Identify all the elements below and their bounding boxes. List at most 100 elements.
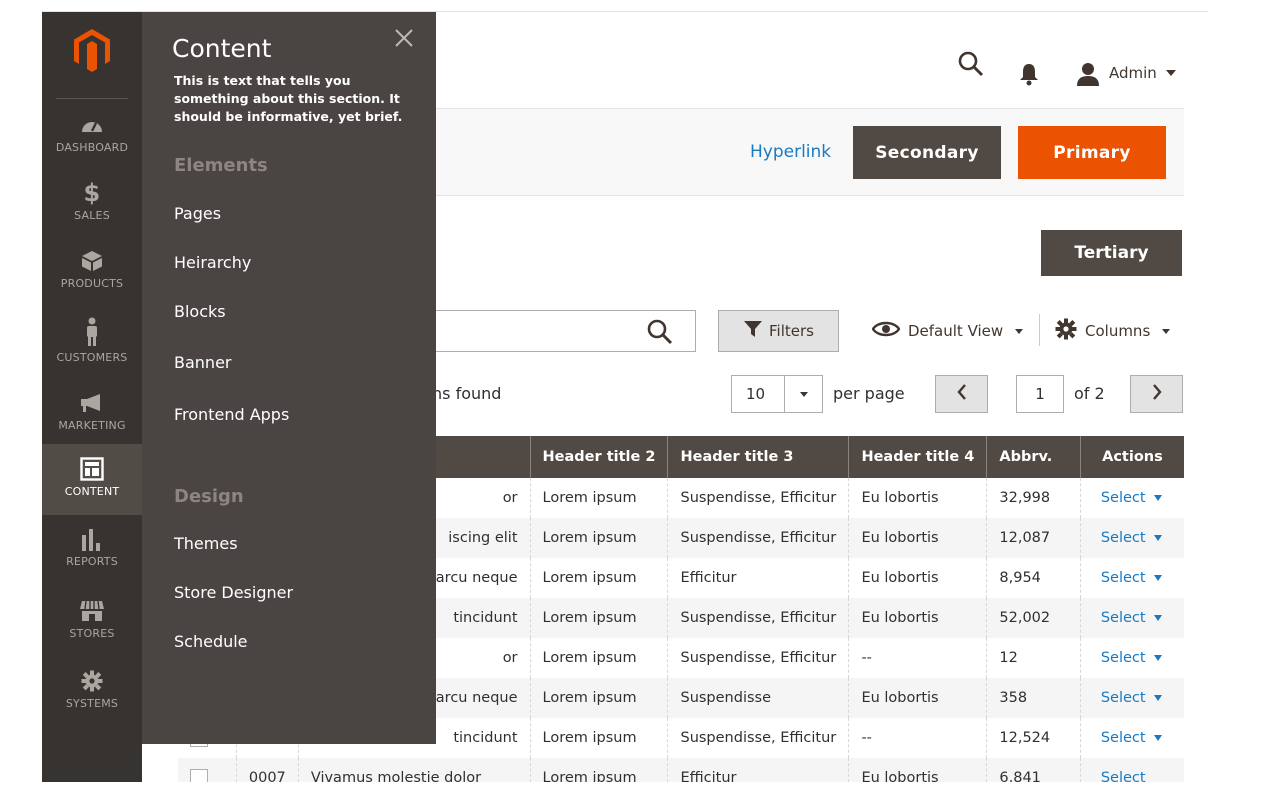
previous-page-button[interactable] bbox=[935, 375, 988, 413]
nav-item-content[interactable]: CONTENT bbox=[42, 444, 142, 515]
row-h3: Efficitur bbox=[667, 758, 849, 782]
flyout-link-heirarchy[interactable]: Heirarchy bbox=[174, 253, 251, 272]
header-abbrv[interactable]: Abbrv. bbox=[986, 436, 1081, 478]
row-title: Vivamus molestie dolor bbox=[297, 758, 531, 782]
nav-item-marketing[interactable]: MARKETING bbox=[42, 390, 142, 432]
flyout-description: This is text that tells you something ab… bbox=[174, 73, 403, 124]
row-abbrv: 12 bbox=[986, 638, 1081, 678]
flyout-link-store-designer[interactable]: Store Designer bbox=[174, 583, 293, 602]
person-icon bbox=[79, 316, 105, 348]
primary-button[interactable]: Primary bbox=[1018, 126, 1166, 179]
header-title-2[interactable]: Header title 2 bbox=[529, 436, 668, 478]
filters-label: Filters bbox=[769, 322, 814, 340]
flyout-link-blocks[interactable]: Blocks bbox=[174, 302, 226, 321]
row-h2: Lorem ipsum bbox=[529, 678, 668, 718]
row-h3: Suspendisse, Efficitur bbox=[667, 718, 849, 758]
per-page-select[interactable]: 10 bbox=[731, 375, 823, 413]
secondary-button[interactable]: Secondary bbox=[853, 126, 1001, 179]
row-select-action[interactable]: Select bbox=[1101, 730, 1162, 746]
row-h4: Eu lobortis bbox=[848, 478, 987, 518]
row-select-action[interactable]: Select bbox=[1101, 770, 1146, 782]
chevron-left-icon bbox=[956, 383, 968, 405]
admin-page: Admin Hyperlink Secondary Primary Tertia… bbox=[0, 0, 1280, 805]
bell-icon[interactable] bbox=[1018, 62, 1040, 86]
row-h2: Lorem ipsum bbox=[529, 598, 668, 638]
box-icon bbox=[79, 248, 105, 274]
flyout-link-themes[interactable]: Themes bbox=[174, 534, 238, 553]
close-icon[interactable] bbox=[394, 28, 414, 48]
next-page-button[interactable] bbox=[1130, 375, 1183, 413]
nav-item-label: SYSTEMS bbox=[65, 697, 119, 710]
row-abbrv: 52,002 bbox=[986, 598, 1081, 638]
chevron-down-icon[interactable] bbox=[1166, 70, 1176, 76]
row-select-action[interactable]: Select bbox=[1101, 570, 1162, 586]
row-checkbox[interactable] bbox=[190, 769, 208, 782]
nav-item-systems[interactable]: SYSTEMS bbox=[42, 668, 142, 710]
user-icon[interactable] bbox=[1075, 62, 1101, 86]
nav-item-products[interactable]: PRODUCTS bbox=[42, 248, 142, 290]
chevron-down-icon bbox=[1015, 328, 1024, 334]
row-select-action[interactable]: Select bbox=[1101, 530, 1162, 546]
admin-account-menu[interactable]: Admin bbox=[1109, 64, 1157, 82]
row-select-action[interactable]: Select bbox=[1101, 490, 1162, 506]
records-found-text: ns found bbox=[432, 384, 502, 403]
row-select-action[interactable]: Select bbox=[1101, 690, 1162, 706]
chevron-down-icon bbox=[1153, 615, 1162, 621]
flyout-link-frontend-apps[interactable]: Frontend Apps bbox=[174, 405, 289, 424]
row-abbrv: 12,524 bbox=[986, 718, 1081, 758]
megaphone-icon bbox=[79, 390, 105, 416]
row-abbrv: 358 bbox=[986, 678, 1081, 718]
row-h4: Eu lobortis bbox=[848, 518, 987, 558]
nav-item-label: PRODUCTS bbox=[60, 277, 124, 290]
chevron-down-icon bbox=[1153, 535, 1162, 541]
gear-icon bbox=[1055, 318, 1077, 344]
row-abbrv: 32,998 bbox=[986, 478, 1081, 518]
eye-icon bbox=[871, 320, 901, 342]
gear-icon bbox=[79, 668, 105, 694]
row-h3: Suspendisse bbox=[667, 678, 849, 718]
chevron-down-icon bbox=[1162, 328, 1171, 334]
search-icon[interactable] bbox=[957, 50, 985, 78]
content-flyout-panel: Content This is text that tells you some… bbox=[142, 12, 436, 744]
header-title-3[interactable]: Header title 3 bbox=[667, 436, 849, 478]
magento-logo-icon[interactable] bbox=[68, 26, 116, 74]
nav-item-customers[interactable]: CUSTOMERS bbox=[42, 316, 142, 364]
nav-item-stores[interactable]: STORES bbox=[42, 598, 142, 640]
header-title-4[interactable]: Header title 4 bbox=[848, 436, 987, 478]
table-row: 0007 Vivamus molestie dolor Lorem ipsum … bbox=[178, 758, 1184, 782]
tertiary-button[interactable]: Tertiary bbox=[1041, 230, 1182, 276]
nav-item-label: SALES bbox=[74, 209, 110, 222]
admin-side-nav: DASHBOARD $ SALES PRODUCTS CUSTOMERS MAR… bbox=[42, 12, 142, 782]
chevron-down-icon[interactable] bbox=[784, 376, 822, 412]
row-h4: Eu lobortis bbox=[848, 758, 987, 782]
columns-dropdown[interactable]: Columns bbox=[1055, 318, 1171, 344]
nav-item-reports[interactable]: REPORTS bbox=[42, 526, 142, 568]
chevron-down-icon bbox=[1153, 655, 1162, 661]
hyperlink-button[interactable]: Hyperlink bbox=[750, 142, 831, 162]
row-abbrv: 8,954 bbox=[986, 558, 1081, 598]
nav-item-dashboard[interactable]: DASHBOARD bbox=[42, 112, 142, 154]
row-select-action[interactable]: Select bbox=[1101, 610, 1162, 626]
row-select-action[interactable]: Select bbox=[1101, 650, 1162, 666]
default-view-dropdown[interactable]: Default View bbox=[871, 320, 1024, 342]
row-h4: Eu lobortis bbox=[848, 678, 987, 718]
layout-icon bbox=[79, 456, 105, 482]
header-actions: Actions bbox=[1079, 436, 1184, 478]
chevron-down-icon bbox=[1153, 735, 1162, 741]
nav-item-label: CONTENT bbox=[64, 485, 120, 498]
search-icon[interactable] bbox=[646, 318, 674, 346]
flyout-link-schedule[interactable]: Schedule bbox=[174, 632, 248, 651]
row-h2: Lorem ipsum bbox=[529, 638, 668, 678]
row-h3: Efficitur bbox=[667, 558, 849, 598]
dashboard-icon bbox=[79, 112, 105, 138]
row-abbrv: 6,841 bbox=[986, 758, 1081, 782]
filters-button[interactable]: Filters bbox=[718, 310, 839, 352]
current-page-input[interactable]: 1 bbox=[1016, 375, 1064, 413]
row-id: 0007 bbox=[235, 758, 299, 782]
flyout-link-pages[interactable]: Pages bbox=[174, 204, 221, 223]
row-h2: Lorem ipsum bbox=[529, 558, 668, 598]
flyout-link-banner[interactable]: Banner bbox=[174, 353, 231, 372]
nav-item-sales[interactable]: $ SALES bbox=[42, 179, 142, 222]
row-h4: Eu lobortis bbox=[848, 558, 987, 598]
chevron-down-icon bbox=[1153, 495, 1162, 501]
